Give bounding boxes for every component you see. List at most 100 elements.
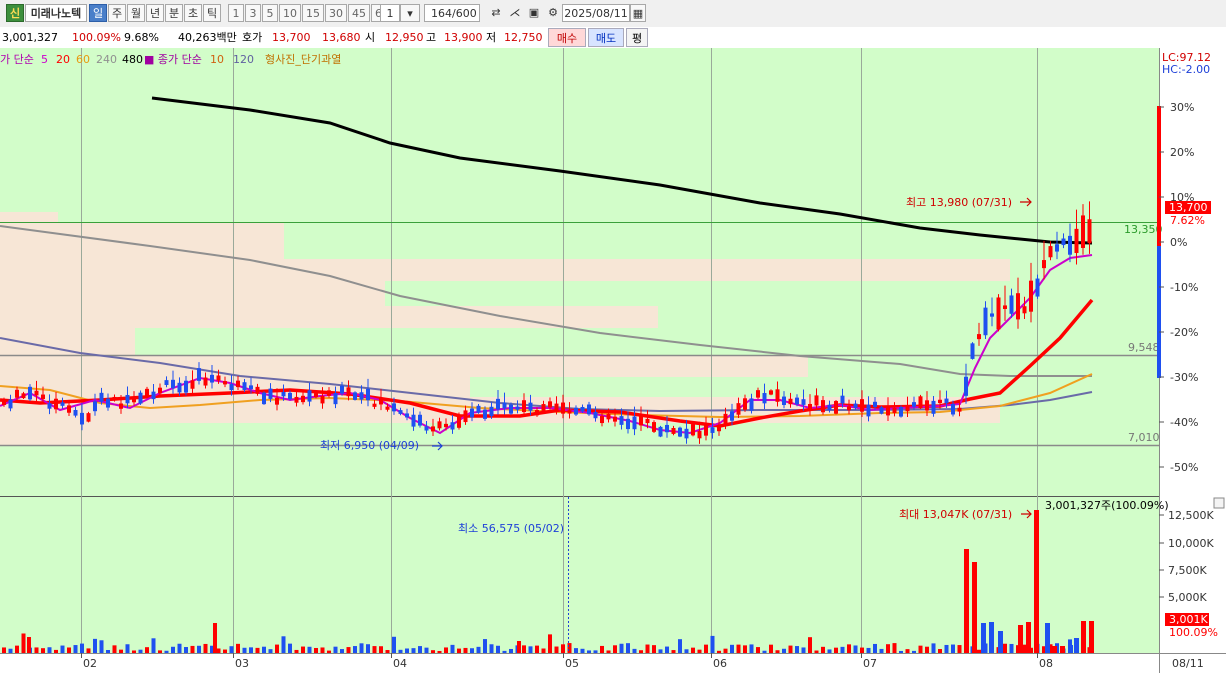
candle-body — [645, 418, 650, 424]
candle-body — [242, 382, 247, 391]
period-tab-4[interactable]: 분 — [165, 4, 183, 22]
candle-body — [743, 398, 747, 410]
candle-body — [899, 407, 903, 417]
candle-body — [385, 406, 390, 410]
legend-ma120: 120 — [233, 53, 254, 66]
info-bar: 3,001,327 100.09% 9.68% 40,263백만 호가 13,7… — [0, 27, 1226, 49]
settings-icon[interactable]: ⚙ — [543, 4, 563, 22]
vol-current-annotation: 3,001,327주(100.09%) — [1045, 499, 1169, 512]
pct-tick-label: -50% — [1170, 461, 1198, 474]
candle-body — [983, 307, 988, 336]
sell-button[interactable]: 매도 — [588, 28, 624, 47]
interval-button-30[interactable]: 30 — [325, 4, 347, 22]
x-tick-label: 06 — [713, 657, 727, 670]
candle-body — [814, 395, 819, 406]
volume-bar — [600, 645, 604, 653]
candle-body — [554, 403, 559, 411]
volume-bar — [535, 645, 539, 653]
candle-body — [892, 407, 897, 414]
volume-bar — [320, 647, 325, 653]
candle-body — [808, 403, 812, 410]
volume-bar — [431, 650, 435, 653]
count-field[interactable]: 164/600 — [424, 4, 480, 22]
candle-body — [372, 403, 377, 407]
date-field[interactable]: 2025/08/11 — [562, 4, 630, 22]
candle-body — [398, 410, 403, 414]
volume-bar — [255, 647, 260, 653]
candle-body — [138, 392, 143, 404]
credit-badge: 신 — [6, 4, 24, 22]
volume-bar — [972, 562, 977, 653]
candle-body — [1074, 228, 1079, 254]
candle-body — [912, 402, 916, 407]
calendar-icon[interactable]: ▦ — [630, 4, 646, 22]
candle-body — [996, 297, 1001, 330]
volume-bar — [951, 644, 955, 653]
candle-body — [483, 409, 487, 419]
volume-bar — [164, 650, 169, 653]
candle-body — [216, 375, 221, 381]
candle-body — [346, 387, 351, 397]
stock-name-field[interactable]: 미래나노텍 — [25, 4, 87, 22]
interval-button-3[interactable]: 3 — [245, 4, 261, 22]
bid-price: 13,680 — [322, 31, 361, 44]
interval-dropdown-arrow[interactable]: ▾ — [400, 4, 420, 22]
period-tab-2[interactable]: 월 — [127, 4, 145, 22]
candle-body — [762, 393, 767, 404]
interval-button-1[interactable]: 1 — [228, 4, 244, 22]
candle-body — [1003, 305, 1007, 310]
candle-body — [944, 398, 949, 404]
candle-body — [262, 392, 266, 405]
chart-tool-icon[interactable]: ⇄ — [486, 4, 506, 22]
vol-tick-label: 12,500K — [1168, 509, 1214, 522]
volume-bar — [203, 643, 208, 653]
zoom-icon[interactable]: ⋌ — [505, 4, 525, 22]
candle-body — [366, 388, 370, 401]
even-button[interactable]: 평 — [626, 28, 648, 47]
vol-last-label: 3,001K — [1169, 613, 1208, 626]
period-tab-5[interactable]: 초 — [184, 4, 202, 22]
candle-body — [236, 380, 240, 388]
volume-bar — [327, 650, 331, 653]
interval-button-5[interactable]: 5 — [262, 4, 278, 22]
volume-bar — [717, 650, 721, 653]
volume-bar — [723, 648, 728, 653]
candle-body — [314, 393, 318, 398]
volume-bar — [762, 650, 767, 653]
volume-bar — [41, 648, 45, 653]
period-tab-3[interactable]: 년 — [146, 4, 164, 22]
trade-amount: 40,263백만 — [178, 31, 237, 44]
candle-body — [229, 384, 234, 391]
interval-button-15[interactable]: 15 — [302, 4, 324, 22]
candle-body — [210, 374, 214, 383]
candle-body — [1042, 260, 1046, 269]
interval-button-10[interactable]: 10 — [279, 4, 301, 22]
candle-body — [515, 406, 520, 410]
candle-body — [749, 398, 754, 411]
volume-bar — [307, 646, 312, 653]
volume-bar — [268, 649, 273, 653]
interval-input[interactable]: 1 — [380, 4, 400, 22]
volume-bar — [808, 637, 812, 653]
price-range-bar-up — [1157, 106, 1161, 246]
period-tab-6[interactable]: 틱 — [203, 4, 221, 22]
candle-body — [197, 368, 201, 381]
volume-bar — [190, 645, 195, 653]
save-icon[interactable]: ▣ — [524, 4, 544, 22]
stock-chart[interactable]: 가 단순 5 20 60 240 480 ■ 종가 단순 10 120 형사진_… — [0, 48, 1226, 673]
candle-body — [320, 395, 325, 404]
volume-bar — [541, 648, 546, 653]
buy-button[interactable]: 매수 — [548, 28, 586, 47]
candle-body — [1055, 244, 1059, 252]
reference-price-label: 13,350 — [1124, 223, 1163, 236]
volume-panel-collapse-icon[interactable] — [1213, 497, 1225, 509]
period-tab-1[interactable]: 주 — [108, 4, 126, 22]
period-tab-0[interactable]: 일 — [89, 4, 107, 22]
volume-bar — [561, 644, 565, 653]
volume-bar — [359, 643, 364, 653]
interval-button-45[interactable]: 45 — [348, 4, 370, 22]
volume-bar — [333, 646, 338, 653]
pct-tick-label: 20% — [1170, 146, 1194, 159]
volume-bar — [554, 646, 559, 653]
volume-bar — [275, 644, 279, 653]
